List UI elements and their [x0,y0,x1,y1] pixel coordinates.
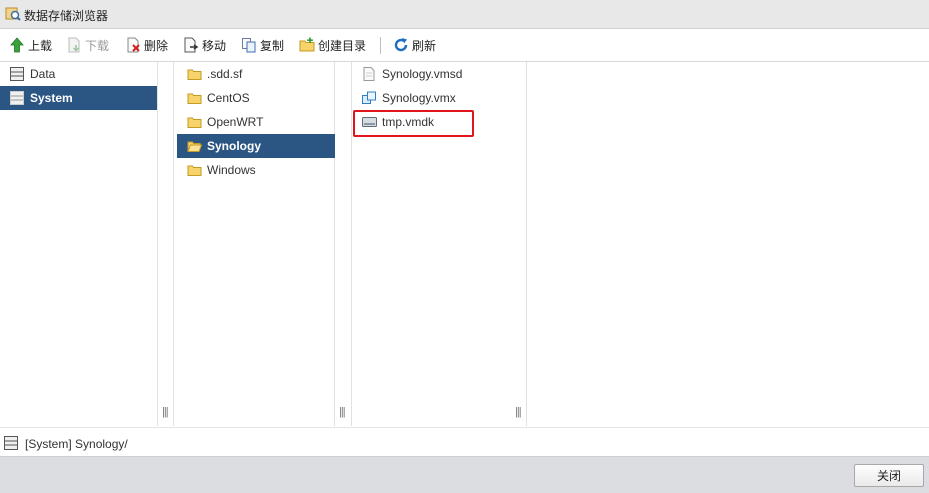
folder-icon [187,165,202,176]
datastore-list: Data System [0,62,158,426]
datastore-item-data[interactable]: Data [0,62,157,86]
file-icon [363,67,375,81]
move-file-icon [184,37,199,53]
file-item-synology-vmsd[interactable]: Synology.vmsd [352,62,511,86]
move-button[interactable]: 移动 [183,36,226,54]
window-title: 数据存储浏览器 [24,9,109,23]
resize-grip-icon: ||| [515,406,522,418]
folder-icon [187,117,202,128]
dialog-footer: 关闭 [0,457,929,493]
file-item-synology-vmx[interactable]: Synology.vmx [352,86,511,110]
refresh-icon [394,38,408,52]
resize-grip-icon: ||| [162,406,169,418]
current-path: [System] Synology/ [25,437,128,451]
download-file-icon [68,37,80,53]
folder-item-sdd-sf[interactable]: .sdd.sf [177,62,335,86]
folder-icon [187,69,202,80]
close-button[interactable]: 关闭 [854,464,924,487]
folder-icon [187,93,202,104]
folder-item-centos[interactable]: CentOS [177,86,335,110]
datastore-browser-icon [5,7,21,21]
column-splitter[interactable]: ||| [511,62,527,426]
empty-column [527,62,929,426]
annotation-highlight-box [353,110,474,137]
datastore-item-system[interactable]: System [0,86,157,110]
folder-open-icon [187,141,202,152]
upload-arrow-icon [10,37,24,53]
upload-button[interactable]: 上载 [9,36,52,54]
vm-config-icon [362,91,376,104]
delete-button[interactable]: 删除 [125,36,168,54]
column-splitter[interactable]: ||| [158,62,174,426]
column-splitter[interactable]: ||| [335,62,352,426]
resize-grip-icon: ||| [339,406,346,418]
folder-item-openwrt[interactable]: OpenWRT [177,110,335,134]
copy-file-icon [242,38,256,53]
datastore-icon [4,436,18,450]
new-folder-icon [299,37,315,52]
download-button[interactable]: 下载 [66,36,109,54]
datastore-icon [10,91,24,105]
toolbar: 上载 下载 删除 移动 复制 创建目录 刷新 [0,29,929,62]
datastore-icon [10,67,24,81]
folder-item-windows[interactable]: Windows [177,158,335,182]
toolbar-separator [380,37,381,54]
delete-file-icon [127,37,140,53]
copy-button[interactable]: 复制 [241,36,284,54]
title-bar: 数据存储浏览器 [0,0,929,29]
path-bar: [System] Synology/ [0,427,929,457]
folder-item-synology[interactable]: Synology [177,134,335,158]
refresh-button[interactable]: 刷新 [393,36,436,54]
create-directory-button[interactable]: 创建目录 [299,36,366,54]
folder-list: .sdd.sf CentOS OpenWRT Synology Windows [174,62,335,426]
